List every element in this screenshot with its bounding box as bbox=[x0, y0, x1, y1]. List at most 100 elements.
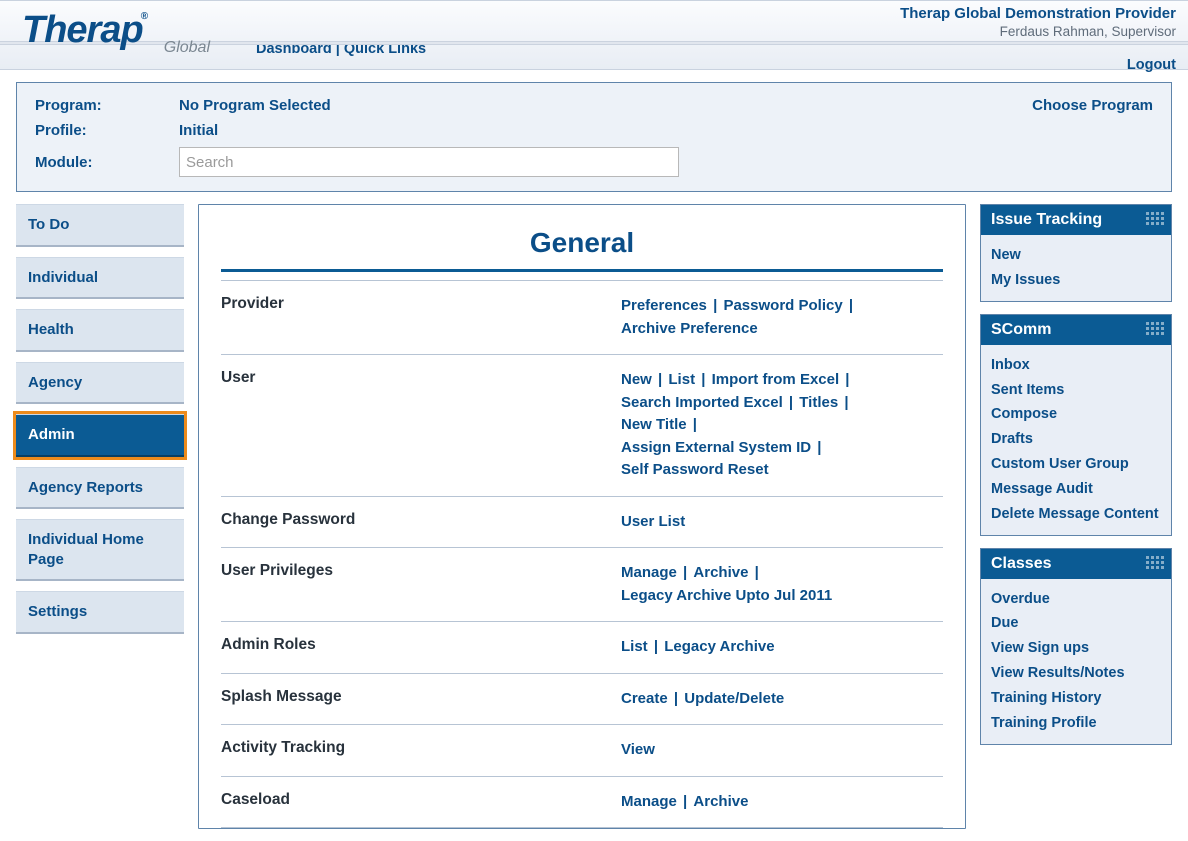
row-label: Activity Tracking bbox=[221, 739, 621, 757]
row-links: Manage | Archive | Legacy Archive Upto J… bbox=[621, 562, 943, 607]
link-view[interactable]: View bbox=[621, 741, 655, 758]
link-new-title[interactable]: New Title bbox=[621, 416, 687, 433]
program-value: No Program Selected bbox=[179, 97, 1153, 114]
row-links: List | Legacy Archive bbox=[621, 636, 943, 659]
panel-link-my-issues[interactable]: My Issues bbox=[991, 268, 1161, 293]
row-splash-message: Splash MessageCreate | Update/Delete bbox=[221, 674, 943, 726]
row-user-privileges: User PrivilegesManage | Archive | Legacy… bbox=[221, 548, 943, 622]
panel-head[interactable]: Classes bbox=[981, 549, 1171, 579]
logo-main: Therap® bbox=[22, 9, 149, 51]
link-archive-preference[interactable]: Archive Preference bbox=[621, 320, 758, 337]
panel-link-training-history[interactable]: Training History bbox=[991, 686, 1161, 711]
program-box: Choose Program Program: No Program Selec… bbox=[16, 82, 1172, 192]
drag-handle-icon[interactable] bbox=[1145, 211, 1165, 225]
row-label: Splash Message bbox=[221, 688, 621, 706]
row-activity-tracking: Activity TrackingView bbox=[221, 725, 943, 777]
choose-program-link[interactable]: Choose Program bbox=[1032, 97, 1153, 114]
panel-body: NewMy Issues bbox=[981, 235, 1171, 301]
link-search-imported-excel[interactable]: Search Imported Excel bbox=[621, 394, 783, 411]
row-links: Manage | Archive bbox=[621, 791, 943, 814]
row-links: View bbox=[621, 739, 943, 762]
row-label: Provider bbox=[221, 295, 621, 313]
link-manage[interactable]: Manage bbox=[621, 564, 677, 581]
left-sidebar: To Do Individual Health Agency Admin Agency R… bbox=[16, 204, 184, 644]
panel-classes: ClassesOverdueDueView Sign upsView Resul… bbox=[980, 548, 1172, 745]
panel-link-message-audit[interactable]: Message Audit bbox=[991, 477, 1161, 502]
row-label: Change Password bbox=[221, 511, 621, 529]
row-links: New | List | Import from Excel | Search … bbox=[621, 369, 943, 482]
module-search-input[interactable] bbox=[179, 147, 679, 177]
right-sidebar: Issue TrackingNewMy IssuesSCommInboxSent… bbox=[980, 204, 1172, 757]
row-links: Preferences | Password Policy | Archive … bbox=[621, 295, 943, 340]
panel-link-new[interactable]: New bbox=[991, 243, 1161, 268]
topbar: Therap® Global Dashboard | Quick Links T… bbox=[0, 0, 1188, 70]
sidebar-tab-to-do[interactable]: To Do bbox=[16, 204, 184, 247]
panel-link-compose[interactable]: Compose bbox=[991, 402, 1161, 427]
row-links: Create | Update/Delete bbox=[621, 688, 943, 711]
row-links: User List bbox=[621, 511, 943, 534]
sidebar-tab-agency-reports[interactable]: Agency Reports bbox=[16, 467, 184, 510]
link-preferences[interactable]: Preferences bbox=[621, 297, 707, 314]
panel-link-inbox[interactable]: Inbox bbox=[991, 353, 1161, 378]
link-archive[interactable]: Archive bbox=[693, 564, 748, 581]
link-new[interactable]: New bbox=[621, 371, 652, 388]
section-title: General bbox=[221, 213, 943, 269]
sidebar-tab-admin[interactable]: Admin bbox=[16, 414, 184, 457]
link-import-from-excel[interactable]: Import from Excel bbox=[712, 371, 840, 388]
provider-name: Therap Global Demonstration Provider bbox=[900, 5, 1176, 22]
module-label: Module: bbox=[35, 154, 179, 171]
row-label: Caseload bbox=[221, 791, 621, 809]
link-assign-external-system-id[interactable]: Assign External System ID bbox=[621, 439, 811, 456]
drag-handle-icon[interactable] bbox=[1145, 555, 1165, 569]
row-admin-roles: Admin RolesList | Legacy Archive bbox=[221, 622, 943, 674]
sidebar-tab-individual[interactable]: Individual bbox=[16, 257, 184, 300]
panel-link-drafts[interactable]: Drafts bbox=[991, 427, 1161, 452]
row-user: UserNew | List | Import from Excel | Sea… bbox=[221, 355, 943, 497]
panel-scomm: SCommInboxSent ItemsComposeDraftsCustom … bbox=[980, 314, 1172, 536]
panel-body: InboxSent ItemsComposeDraftsCustom User … bbox=[981, 345, 1171, 535]
sidebar-tab-individual-home-page[interactable]: Individual Home Page bbox=[16, 519, 184, 581]
sidebar-tab-highlight: Admin bbox=[13, 411, 187, 460]
row-label: User Privileges bbox=[221, 562, 621, 580]
panel-link-delete-message-content[interactable]: Delete Message Content bbox=[991, 502, 1161, 527]
panel-issue-tracking: Issue TrackingNewMy Issues bbox=[980, 204, 1172, 302]
main-content: General ProviderPreferences | Password P… bbox=[198, 204, 966, 829]
panel-link-overdue[interactable]: Overdue bbox=[991, 587, 1161, 612]
panel-head[interactable]: Issue Tracking bbox=[981, 205, 1171, 235]
logo-sub: Global bbox=[164, 39, 210, 57]
link-legacy-archive-upto-jul-2011[interactable]: Legacy Archive Upto Jul 2011 bbox=[621, 587, 832, 604]
panel-link-view-results-notes[interactable]: View Results/Notes bbox=[991, 661, 1161, 686]
sidebar-tab-health[interactable]: Health bbox=[16, 309, 184, 352]
sidebar-tab-agency[interactable]: Agency bbox=[16, 362, 184, 405]
row-change-password: Change PasswordUser List bbox=[221, 497, 943, 549]
row-caseload: CaseloadManage | Archive bbox=[221, 777, 943, 829]
profile-label: Profile: bbox=[35, 122, 179, 139]
panel-head[interactable]: SComm bbox=[981, 315, 1171, 345]
panel-link-due[interactable]: Due bbox=[991, 611, 1161, 636]
row-provider: ProviderPreferences | Password Policy | … bbox=[221, 280, 943, 355]
link-user-list[interactable]: User List bbox=[621, 513, 685, 530]
panel-link-sent-items[interactable]: Sent Items bbox=[991, 378, 1161, 403]
sidebar-tab-settings[interactable]: Settings bbox=[16, 591, 184, 634]
panel-link-view-sign-ups[interactable]: View Sign ups bbox=[991, 636, 1161, 661]
row-label: User bbox=[221, 369, 621, 387]
link-archive[interactable]: Archive bbox=[693, 793, 748, 810]
logout-link[interactable]: Logout bbox=[900, 57, 1176, 73]
profile-value[interactable]: Initial bbox=[179, 122, 1153, 139]
link-manage[interactable]: Manage bbox=[621, 793, 677, 810]
row-label: Admin Roles bbox=[221, 636, 621, 654]
link-password-policy[interactable]: Password Policy bbox=[723, 297, 842, 314]
link-legacy-archive[interactable]: Legacy Archive bbox=[664, 638, 774, 655]
link-create[interactable]: Create bbox=[621, 690, 668, 707]
drag-handle-icon[interactable] bbox=[1145, 321, 1165, 335]
link-titles[interactable]: Titles bbox=[799, 394, 838, 411]
panel-body: OverdueDueView Sign upsView Results/Note… bbox=[981, 579, 1171, 744]
link-self-password-reset[interactable]: Self Password Reset bbox=[621, 461, 769, 478]
link-update-delete[interactable]: Update/Delete bbox=[684, 690, 784, 707]
panel-link-training-profile[interactable]: Training Profile bbox=[991, 711, 1161, 736]
link-list[interactable]: List bbox=[668, 371, 695, 388]
panel-link-custom-user-group[interactable]: Custom User Group bbox=[991, 452, 1161, 477]
user-name: Ferdaus Rahman, Supervisor bbox=[900, 24, 1176, 39]
link-list[interactable]: List bbox=[621, 638, 648, 655]
logo: Therap® Global bbox=[22, 9, 232, 59]
